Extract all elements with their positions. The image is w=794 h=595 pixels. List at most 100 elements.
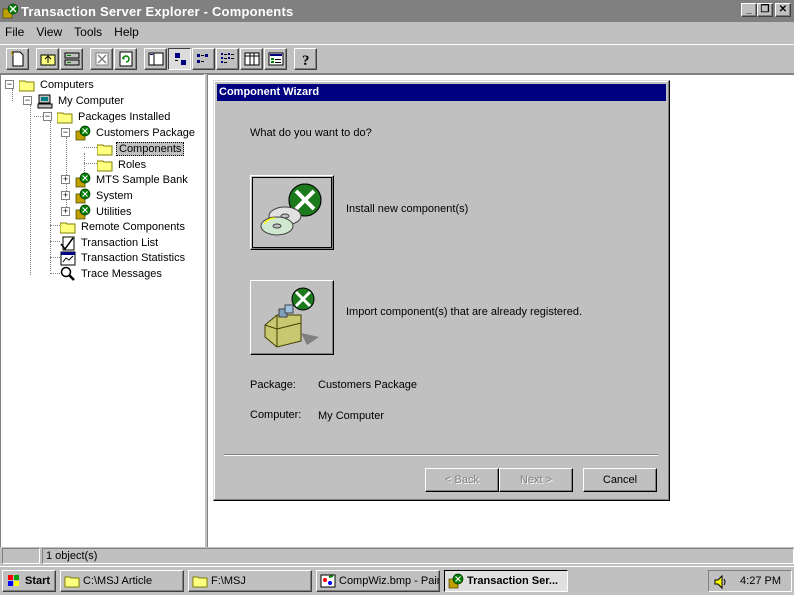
menu-help[interactable]: Help (108, 25, 145, 39)
map-drive-icon (64, 52, 79, 66)
system-tray: 4:27 PM (708, 570, 792, 592)
folder-icon (57, 112, 73, 123)
status-object-count: 1 object(s) (42, 548, 794, 564)
minimize-button[interactable]: _ (741, 3, 757, 17)
view-toggle-button[interactable] (144, 48, 167, 70)
collapse-icon[interactable]: − (61, 128, 70, 137)
toolbar: ? (0, 44, 794, 74)
wizard-separator (224, 454, 658, 456)
task-transaction-server[interactable]: Transaction Ser... (444, 570, 568, 592)
task-label: C:\MSJ Article (83, 575, 153, 587)
start-label: Start (25, 575, 51, 587)
small-icons-button[interactable] (192, 48, 215, 70)
task-msj[interactable]: F:\MSJ (188, 570, 312, 592)
task-label: F:\MSJ (211, 575, 246, 587)
refresh-button[interactable] (114, 48, 137, 70)
help-button[interactable]: ? (294, 48, 317, 70)
package-icon (75, 125, 91, 141)
tree-item-roles[interactable]: Roles (97, 157, 148, 173)
task-msj-article[interactable]: C:\MSJ Article (60, 570, 184, 592)
expand-icon[interactable]: + (61, 175, 70, 184)
back-button[interactable]: < Back (425, 468, 499, 492)
computer-label: Computer: (250, 409, 302, 421)
install-new-component-button[interactable] (250, 175, 334, 250)
delete-icon (95, 52, 108, 66)
delete-button[interactable] (90, 48, 113, 70)
tree-item-utilities[interactable]: + Utilities (61, 204, 133, 220)
collapse-icon[interactable]: − (43, 112, 52, 121)
task-paint[interactable]: CompWiz.bmp - Paint (316, 570, 440, 592)
import-component-icon (264, 287, 319, 348)
menu-tools[interactable]: Tools (68, 25, 108, 39)
import-component-button[interactable] (250, 280, 334, 355)
tree-item-customers-package[interactable]: − Customers Package (61, 125, 197, 141)
new-button[interactable] (6, 48, 29, 70)
tree-item-trace-messages[interactable]: Trace Messages (60, 266, 164, 282)
menu-bar: File View Tools Help (0, 22, 794, 42)
large-icons-icon (174, 53, 186, 65)
menu-view[interactable]: View (30, 25, 68, 39)
mts-app-icon (2, 3, 18, 19)
component-wizard-dialog: Component Wizard What do you want to do?… (213, 80, 670, 501)
start-button[interactable]: Start (2, 570, 56, 592)
tree-item-packages-installed[interactable]: − Packages Installed (43, 109, 172, 125)
restore-button[interactable]: ❐ (757, 3, 773, 17)
tree-item-my-computer[interactable]: − My Computer (23, 93, 126, 109)
status-panel-empty (2, 548, 40, 564)
mts-icon (448, 573, 464, 589)
properties-button[interactable] (264, 48, 287, 70)
details-view-button[interactable] (240, 48, 263, 70)
close-icon: ✕ (778, 4, 788, 15)
package-icon (75, 204, 91, 220)
folder-open-icon (97, 144, 113, 155)
large-icons-button[interactable] (168, 48, 191, 70)
close-button[interactable]: ✕ (775, 3, 791, 17)
tree-item-computers[interactable]: − Computers (5, 77, 96, 93)
small-icons-icon (196, 54, 208, 63)
task-label: CompWiz.bmp - Paint (339, 575, 440, 587)
restore-icon: ❐ (760, 4, 770, 15)
expand-icon[interactable]: + (61, 191, 70, 200)
statistics-icon (60, 251, 76, 265)
import-option-label[interactable]: Import component(s) that are already reg… (346, 306, 582, 318)
expand-icon[interactable]: + (61, 207, 70, 216)
next-button[interactable]: Next > (499, 468, 573, 492)
collapse-icon[interactable]: − (23, 96, 32, 105)
tree-item-mts-sample-bank[interactable]: + MTS Sample Bank (61, 172, 190, 188)
properties-icon (268, 52, 283, 66)
trace-icon (60, 266, 75, 281)
tree-view[interactable]: − Computers − My Computer − Packages Ins… (0, 74, 204, 547)
title-bar[interactable]: Transaction Server Explorer - Components… (0, 0, 794, 22)
tree-item-remote-components[interactable]: Remote Components (60, 219, 187, 235)
wizard-question: What do you want to do? (250, 127, 372, 139)
details-view-icon (244, 52, 259, 66)
package-value: Customers Package (318, 379, 418, 391)
list-view-button[interactable] (216, 48, 239, 70)
collapse-icon[interactable]: − (5, 80, 14, 89)
new-icon (10, 51, 23, 67)
map-drive-button[interactable] (60, 48, 83, 70)
tree-item-components[interactable]: Components (97, 141, 185, 157)
menu-file[interactable]: File (0, 25, 30, 39)
folder-icon (97, 160, 113, 171)
install-option-label[interactable]: Install new component(s) (346, 203, 468, 215)
package-label: Package: (250, 379, 296, 391)
help-icon: ? (302, 53, 310, 67)
svg-text:?: ? (302, 53, 310, 67)
cancel-button[interactable]: Cancel (583, 468, 657, 492)
taskbar: Start C:\MSJ Article F:\MSJ CompWiz.bmp … (0, 566, 794, 595)
tree-item-transaction-statistics[interactable]: Transaction Statistics (60, 250, 187, 266)
folder-icon (192, 576, 208, 588)
folder-icon (64, 576, 80, 588)
tree-item-system[interactable]: + System (61, 188, 135, 204)
list-view-icon (220, 53, 234, 63)
up-level-button[interactable] (36, 48, 59, 70)
tree-item-transaction-list[interactable]: Transaction List (60, 235, 160, 251)
view-toggle-icon (148, 52, 163, 66)
computer-icon (37, 94, 53, 108)
wizard-title-bar[interactable]: Component Wizard (217, 84, 666, 101)
speaker-icon[interactable] (713, 574, 729, 590)
clock[interactable]: 4:27 PM (740, 575, 781, 587)
install-cd-icon (260, 183, 322, 236)
refresh-icon (119, 51, 132, 67)
